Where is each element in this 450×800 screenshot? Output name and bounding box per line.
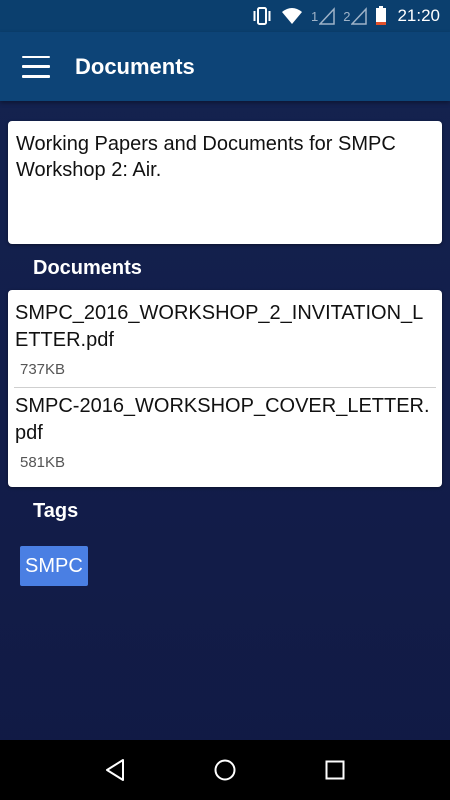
wifi-icon: [281, 7, 303, 25]
home-icon[interactable]: [205, 750, 245, 790]
battery-icon: [375, 6, 387, 26]
status-time: 21:20: [397, 6, 440, 25]
signal-icon: [351, 7, 368, 25]
tag-chip-smpc[interactable]: SMPC: [20, 546, 88, 586]
document-name: SMPC-2016_WORKSHOP_COVER_LETTER.pdf: [15, 395, 430, 444]
divider: [14, 387, 436, 388]
tags-heading: Tags: [33, 500, 79, 522]
recent-apps-icon[interactable]: [315, 750, 355, 790]
sim1-label: 1: [310, 8, 319, 24]
sim2-signal: 2: [343, 7, 368, 25]
page-title: Documents: [75, 53, 195, 79]
back-icon[interactable]: [95, 750, 135, 790]
document-item[interactable]: SMPC-2016_WORKSHOP_COVER_LETTER.pdf 581K…: [15, 393, 435, 471]
document-item[interactable]: SMPC_2016_WORKSHOP_2_INVITATION_LETTER.p…: [15, 300, 435, 378]
description-card: Working Papers and Documents for SMPC Wo…: [8, 121, 442, 244]
documents-heading: Documents: [33, 257, 142, 279]
navigation-bar: [0, 740, 450, 800]
status-bar: 1 2 21:20: [0, 0, 450, 32]
signal-icon: [319, 7, 335, 25]
document-size: 737KB: [20, 361, 66, 378]
hamburger-menu-icon[interactable]: [22, 55, 50, 78]
document-size: 581KB: [20, 454, 66, 471]
documents-card: SMPC_2016_WORKSHOP_2_INVITATION_LETTER.p…: [8, 290, 442, 487]
app-bar: Documents: [0, 32, 450, 101]
vibrate-icon: [251, 7, 273, 25]
sim2-label: 2: [343, 8, 351, 24]
document-name: SMPC_2016_WORKSHOP_2_INVITATION_LETTER.p…: [15, 302, 424, 351]
description-text: Working Papers and Documents for SMPC Wo…: [16, 133, 396, 181]
sim1-signal: 1: [311, 7, 335, 25]
